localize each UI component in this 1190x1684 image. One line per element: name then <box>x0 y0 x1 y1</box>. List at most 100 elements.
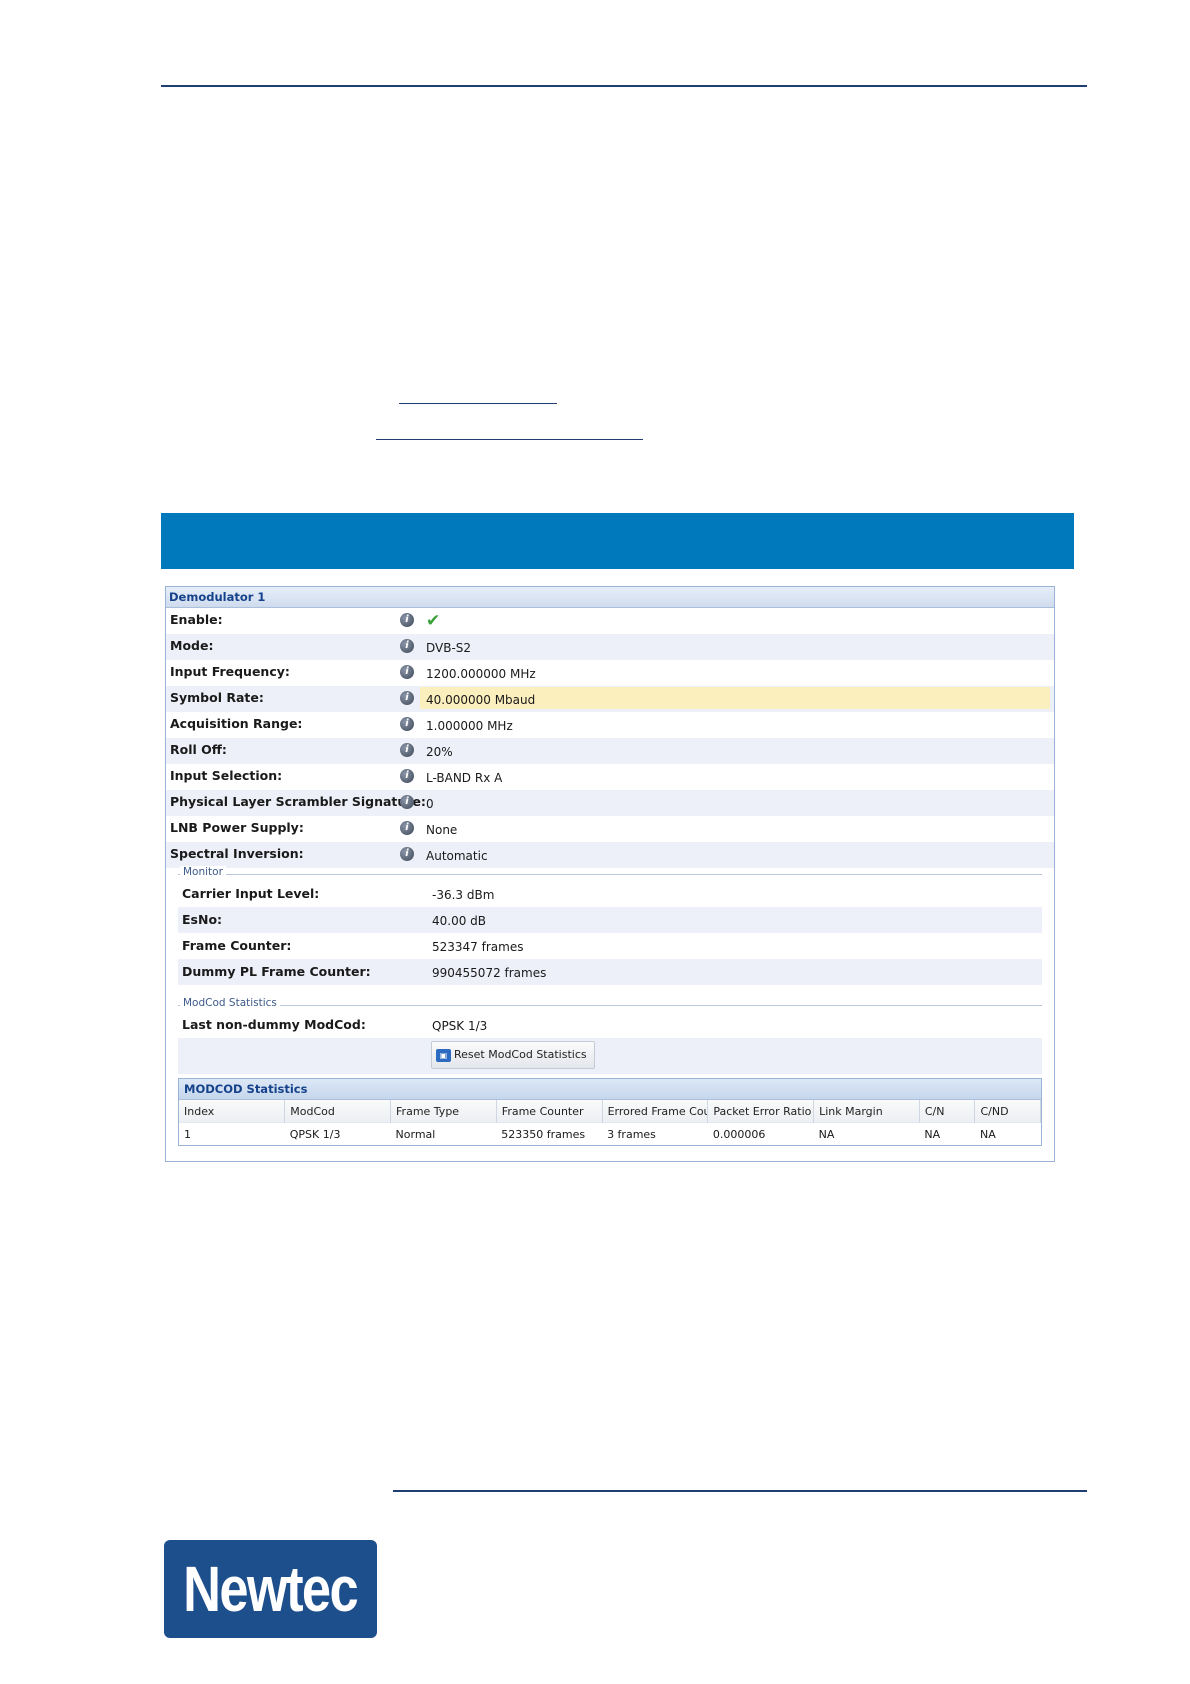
monitor-label: Frame Counter: <box>182 938 292 953</box>
setting-label: Input Selection: <box>170 768 283 783</box>
monitor-label: Dummy PL Frame Counter: <box>182 964 371 979</box>
column-header[interactable]: Frame Counter <box>496 1100 603 1123</box>
table-cell: 3 frames <box>602 1122 708 1145</box>
setting-value: None <box>426 823 458 837</box>
table-cell: NA <box>813 1122 920 1145</box>
info-icon[interactable]: i <box>400 743 414 757</box>
setting-row[interactable]: Enable: i ✔ <box>166 608 1054 634</box>
monitor-label: EsNo: <box>182 912 223 927</box>
setting-value-field[interactable]: 1.000000 MHz <box>420 713 1050 735</box>
demodulator-panel: Demodulator 1 Enable: i ✔ Mode: i DVB-S2 Input… <box>165 586 1055 1162</box>
column-header[interactable]: Errored Frame Count <box>602 1100 709 1123</box>
setting-value: 0 <box>426 797 434 811</box>
reset-row: ▣ Reset ModCod Statistics <box>178 1038 1042 1074</box>
header-rule <box>161 85 1087 87</box>
setting-label: Acquisition Range: <box>170 716 303 731</box>
setting-row[interactable]: Roll Off: i 20% <box>166 738 1054 764</box>
monitor-legend: Monitor <box>180 866 226 878</box>
modcod-legend: ModCod Statistics <box>180 997 280 1009</box>
table-cell: 523350 frames <box>496 1122 603 1145</box>
setting-row[interactable]: Mode: i DVB-S2 <box>166 634 1054 660</box>
monitor-value: -36.3 dBm <box>432 888 495 902</box>
modcod-fieldset: ModCod Statistics <box>178 997 1042 1009</box>
panel-title: Demodulator 1 <box>166 587 1054 608</box>
setting-label: Spectral Inversion: <box>170 846 304 861</box>
setting-value-field[interactable]: 1200.000000 MHz <box>420 661 1050 683</box>
info-icon[interactable]: i <box>400 691 414 705</box>
setting-row[interactable]: LNB Power Supply: i None <box>166 816 1054 842</box>
setting-row[interactable]: Input Frequency: i 1200.000000 MHz <box>166 660 1054 686</box>
monitor-list: Carrier Input Level: -36.3 dBm EsNo: 40.00 … <box>166 875 1054 985</box>
monitor-value: 40.00 dB <box>432 914 487 928</box>
logo-text: Newtec <box>183 1553 360 1625</box>
monitor-row: Carrier Input Level: -36.3 dBm <box>178 881 1042 907</box>
settings-list: Enable: i ✔ Mode: i DVB-S2 Input Frequency: i 12… <box>166 608 1054 868</box>
checkmark-icon: ✔ <box>426 611 441 631</box>
info-icon[interactable]: i <box>400 639 414 653</box>
last-modcod-value: QPSK 1/3 <box>432 1019 488 1033</box>
setting-value: DVB-S2 <box>426 641 472 655</box>
column-header[interactable]: C/ND <box>974 1100 1041 1123</box>
setting-value-field[interactable]: ✔ <box>420 609 1050 631</box>
table-cell: NA <box>974 1122 1041 1145</box>
table-cell: 1 <box>179 1122 285 1145</box>
setting-row[interactable]: Physical Layer Scrambler Signature: i 0 <box>166 790 1054 816</box>
setting-label: LNB Power Supply: <box>170 820 304 835</box>
setting-value-field[interactable]: 40.000000 Mbaud <box>420 687 1050 709</box>
column-header[interactable]: ModCod <box>284 1100 392 1123</box>
table-row[interactable]: 1 QPSK 1/3 Normal 523350 frames 3 frames 0.00… <box>179 1122 1041 1145</box>
setting-label: Symbol Rate: <box>170 690 264 705</box>
table-cell: NA <box>919 1122 975 1145</box>
table-cell: 0.000006 <box>707 1122 814 1145</box>
info-icon[interactable]: i <box>400 821 414 835</box>
setting-row[interactable]: Symbol Rate: i 40.000000 Mbaud <box>166 686 1054 712</box>
setting-value: Automatic <box>426 849 488 863</box>
setting-value-field[interactable]: Automatic <box>420 843 1050 865</box>
reset-modcod-button[interactable]: ▣ Reset ModCod Statistics <box>431 1041 595 1069</box>
setting-value: L-BAND Rx A <box>426 771 503 785</box>
section-banner <box>161 513 1074 569</box>
modcod-grid: MODCOD Statistics Index ModCod Frame Type F… <box>178 1078 1042 1146</box>
setting-label: Input Frequency: <box>170 664 290 679</box>
setting-value: 1.000000 MHz <box>426 719 513 733</box>
monitor-row: EsNo: 40.00 dB <box>178 907 1042 933</box>
setting-value-field[interactable]: 0 <box>420 791 1050 813</box>
link-underline[interactable] <box>399 403 557 404</box>
setting-value-field[interactable]: L-BAND Rx A <box>420 765 1050 787</box>
reset-icon: ▣ <box>436 1048 451 1062</box>
info-icon[interactable]: i <box>400 847 414 861</box>
setting-row[interactable]: Acquisition Range: i 1.000000 MHz <box>166 712 1054 738</box>
info-icon[interactable]: i <box>400 769 414 783</box>
column-header[interactable]: Packet Error Ratio <box>707 1100 815 1123</box>
footer-rule <box>393 1490 1087 1492</box>
table-cell: Normal <box>390 1122 497 1145</box>
newtec-logo: Newtec <box>164 1540 377 1638</box>
info-icon[interactable]: i <box>400 613 414 627</box>
monitor-row: Dummy PL Frame Counter: 990455072 frames <box>178 959 1042 985</box>
setting-value: 20% <box>426 745 453 759</box>
info-icon[interactable]: i <box>400 665 414 679</box>
monitor-label: Carrier Input Level: <box>182 886 320 901</box>
setting-label: Physical Layer Scrambler Signature: <box>170 794 426 809</box>
grid-title: MODCOD Statistics <box>179 1079 1041 1100</box>
table-cell: QPSK 1/3 <box>284 1122 391 1145</box>
column-header[interactable]: Frame Type <box>390 1100 497 1123</box>
setting-value-field[interactable]: None <box>420 817 1050 839</box>
link-underline[interactable] <box>376 439 643 440</box>
column-header[interactable]: Index <box>179 1100 286 1123</box>
info-icon[interactable]: i <box>400 717 414 731</box>
setting-value-field[interactable]: DVB-S2 <box>420 635 1050 657</box>
setting-row[interactable]: Spectral Inversion: i Automatic <box>166 842 1054 868</box>
setting-value: 1200.000000 MHz <box>426 667 536 681</box>
setting-label: Roll Off: <box>170 742 227 757</box>
info-icon[interactable]: i <box>400 795 414 809</box>
setting-value-field[interactable]: 20% <box>420 739 1050 761</box>
column-header[interactable]: Link Margin <box>813 1100 920 1123</box>
setting-label: Mode: <box>170 638 214 653</box>
column-header[interactable]: C/N <box>919 1100 976 1123</box>
monitor-value: 523347 frames <box>432 940 524 954</box>
last-modcod-row: Last non-dummy ModCod: QPSK 1/3 <box>178 1012 1042 1038</box>
modcod-table: Index ModCod Frame Type Frame Counter Errore… <box>179 1100 1041 1145</box>
setting-value: 40.000000 Mbaud <box>426 693 536 707</box>
setting-row[interactable]: Input Selection: i L-BAND Rx A <box>166 764 1054 790</box>
